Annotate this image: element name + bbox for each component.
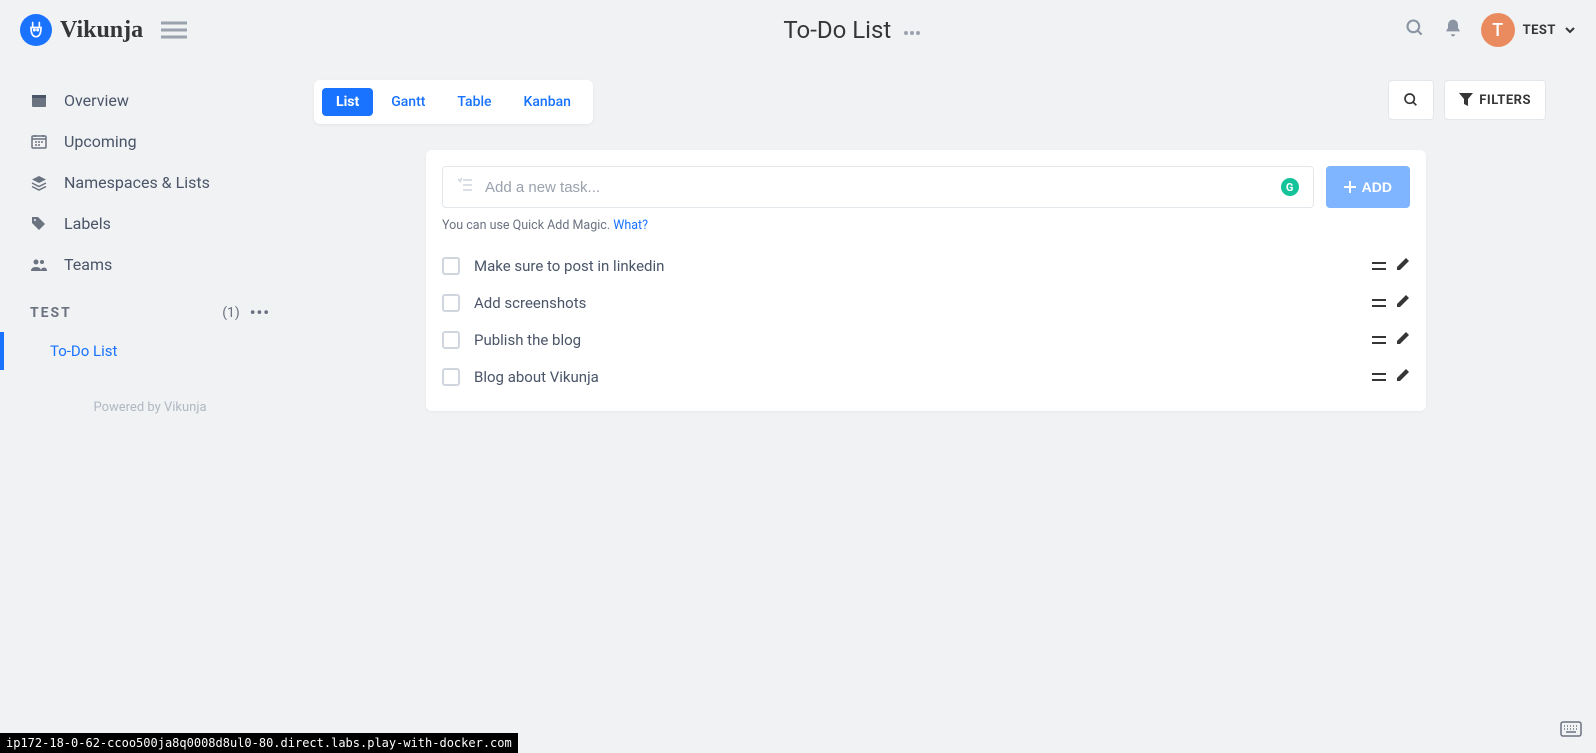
- drag-handle-icon[interactable]: [1372, 367, 1386, 386]
- sidebar-item-teams[interactable]: Teams: [0, 244, 300, 285]
- sidebar-item-upcoming[interactable]: Upcoming: [0, 121, 300, 162]
- add-task-button[interactable]: ADD: [1326, 166, 1410, 208]
- drag-handle-icon[interactable]: [1372, 330, 1386, 349]
- sidebar: Overview Upcoming Namespaces & Lists Lab…: [0, 60, 300, 753]
- task-title: Make sure to post in linkedin: [474, 257, 664, 275]
- task-title: Add screenshots: [474, 294, 586, 312]
- task-title: Publish the blog: [474, 331, 581, 349]
- tab-gantt[interactable]: Gantt: [377, 88, 439, 116]
- sidebar-list-label: To-Do List: [50, 342, 117, 360]
- add-task-input[interactable]: [485, 179, 1269, 196]
- users-icon: [30, 257, 48, 273]
- namespace-name: TEST: [30, 305, 72, 321]
- grammarly-icon[interactable]: G: [1281, 178, 1299, 196]
- logo[interactable]: Vikunja: [20, 14, 143, 46]
- keyboard-shortcuts-icon[interactable]: [1560, 721, 1582, 741]
- calendar-alt-icon: [30, 134, 48, 150]
- tab-kanban[interactable]: Kanban: [510, 88, 585, 116]
- sidebar-item-label: Overview: [64, 91, 129, 110]
- menu-toggle-icon[interactable]: [161, 20, 187, 40]
- chevron-down-icon: [1564, 24, 1576, 36]
- drag-handle-icon[interactable]: [1372, 256, 1386, 275]
- list-options-icon[interactable]: [903, 21, 921, 40]
- sidebar-item-label: Labels: [64, 214, 111, 233]
- user-menu[interactable]: T TEST: [1481, 13, 1576, 47]
- user-name: TEST: [1523, 23, 1556, 38]
- filter-icon: [1459, 93, 1473, 107]
- quick-add-what-link[interactable]: What?: [613, 218, 648, 233]
- sidebar-item-label: Namespaces & Lists: [64, 173, 210, 192]
- filters-label: FILTERS: [1479, 93, 1531, 108]
- tab-table[interactable]: Table: [443, 88, 505, 116]
- edit-icon[interactable]: [1396, 256, 1410, 275]
- tab-list[interactable]: List: [322, 88, 373, 116]
- add-task-input-wrap: G: [442, 166, 1314, 208]
- task-card: G ADD You can use Quick Add Magic. What?…: [426, 150, 1426, 411]
- task-checkbox[interactable]: [442, 368, 460, 386]
- task-row[interactable]: Add screenshots: [442, 284, 1410, 321]
- powered-by: Powered by Vikunja: [0, 400, 300, 415]
- edit-icon[interactable]: [1396, 330, 1410, 349]
- task-title: Blog about Vikunja: [474, 368, 599, 386]
- sidebar-item-labels[interactable]: Labels: [0, 203, 300, 244]
- sidebar-list-todo[interactable]: To-Do List: [0, 332, 300, 370]
- namespace-count: (1): [222, 305, 240, 321]
- add-button-label: ADD: [1362, 179, 1392, 195]
- layers-icon: [30, 175, 48, 191]
- namespace-header[interactable]: TEST (1) •••: [0, 285, 300, 332]
- status-bar-url: ip172-18-0-62-ccoo500ja8q0008d8ul0-80.di…: [0, 733, 518, 753]
- sidebar-item-label: Upcoming: [64, 132, 137, 151]
- avatar: T: [1481, 13, 1515, 47]
- quick-add-hint: You can use Quick Add Magic. What?: [442, 218, 1410, 233]
- filters-button[interactable]: FILTERS: [1444, 80, 1546, 120]
- task-checkbox[interactable]: [442, 331, 460, 349]
- search-icon[interactable]: [1405, 18, 1425, 42]
- view-tabs: List Gantt Table Kanban: [314, 80, 593, 124]
- namespace-options-icon[interactable]: •••: [250, 303, 270, 322]
- tags-icon: [30, 216, 48, 232]
- calendar-icon: [30, 93, 48, 109]
- task-checkbox[interactable]: [442, 257, 460, 275]
- app-name: Vikunja: [60, 17, 143, 44]
- logo-icon: [20, 14, 52, 46]
- plus-icon: [1344, 181, 1356, 193]
- drag-handle-icon[interactable]: [1372, 293, 1386, 312]
- sidebar-item-namespaces[interactable]: Namespaces & Lists: [0, 162, 300, 203]
- edit-icon[interactable]: [1396, 367, 1410, 386]
- task-row[interactable]: Make sure to post in linkedin: [442, 247, 1410, 284]
- notifications-icon[interactable]: [1443, 18, 1463, 42]
- sidebar-item-label: Teams: [64, 255, 112, 274]
- task-row[interactable]: Publish the blog: [442, 321, 1410, 358]
- edit-icon[interactable]: [1396, 293, 1410, 312]
- checklist-icon: [457, 177, 473, 197]
- search-button[interactable]: [1388, 80, 1434, 120]
- sidebar-item-overview[interactable]: Overview: [0, 80, 300, 121]
- page-title: To-Do List: [783, 16, 891, 44]
- task-row[interactable]: Blog about Vikunja: [442, 358, 1410, 395]
- search-icon: [1403, 92, 1419, 108]
- task-checkbox[interactable]: [442, 294, 460, 312]
